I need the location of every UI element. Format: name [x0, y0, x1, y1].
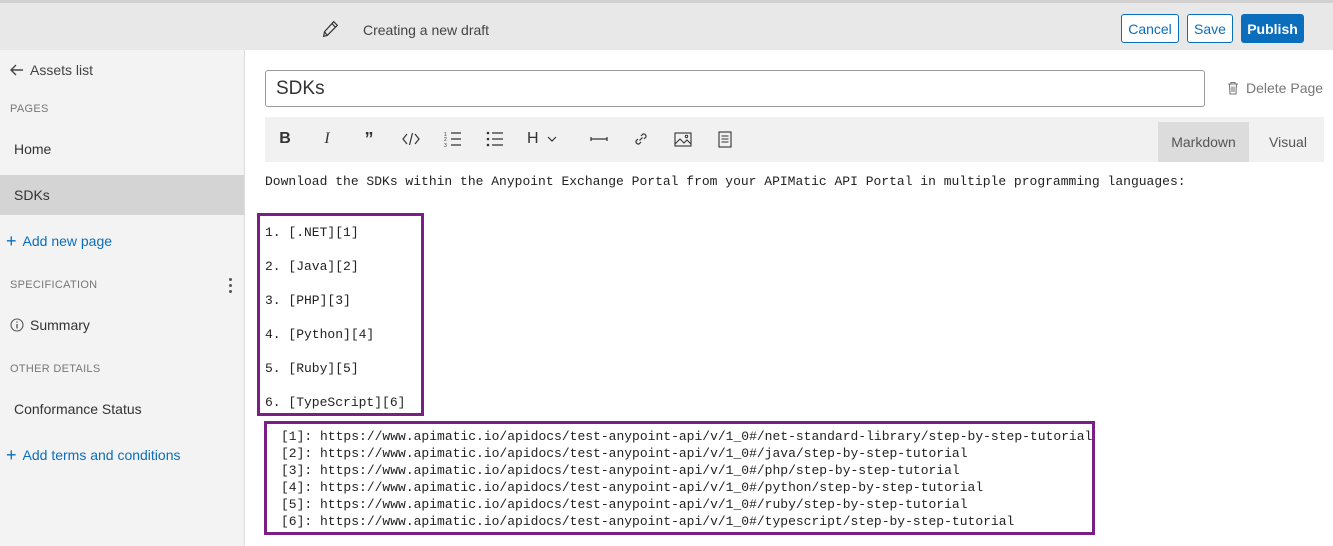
sidebar-item-conformance-status[interactable]: Conformance Status	[0, 389, 244, 429]
list-item[interactable]: 1. [.NET][1]	[265, 225, 359, 240]
code-icon[interactable]	[399, 127, 423, 151]
tab-markdown[interactable]: Markdown	[1158, 122, 1249, 162]
info-icon	[10, 318, 24, 332]
cancel-button[interactable]: Cancel	[1121, 14, 1179, 43]
add-terms-label: Add terms and conditions	[22, 447, 181, 463]
draft-title: Creating a new draft	[363, 22, 490, 38]
reference-line[interactable]: [2]: https://www.apimatic.io/apidocs/tes…	[281, 445, 968, 462]
sidebar-item-summary[interactable]: Summary	[10, 317, 90, 333]
reference-line[interactable]: [5]: https://www.apimatic.io/apidocs/tes…	[281, 496, 968, 513]
assets-list-link[interactable]: Assets list	[10, 62, 93, 78]
ordered-list-icon[interactable]: 123	[441, 127, 465, 151]
intro-text[interactable]: Download the SDKs within the Anypoint Ex…	[265, 174, 1186, 189]
pages-heading: PAGES	[10, 103, 49, 115]
more-options-icon[interactable]	[229, 278, 233, 294]
svg-text:3: 3	[444, 143, 447, 147]
reference-line[interactable]: [6]: https://www.apimatic.io/apidocs/tes…	[281, 513, 1014, 530]
chevron-down-icon	[547, 136, 556, 142]
other-details-heading: OTHER DETAILS	[10, 363, 101, 375]
specification-heading: SPECIFICATION	[10, 279, 98, 291]
bold-icon[interactable]: B	[273, 127, 297, 151]
editor-toolbar: B I ” 123 H Markdown Visual	[265, 117, 1324, 162]
sidebar: Assets list PAGES Home SDKs + Add new pa…	[0, 50, 245, 546]
heading-dropdown[interactable]: H	[527, 127, 565, 151]
save-button[interactable]: Save	[1187, 14, 1233, 43]
unordered-list-icon[interactable]	[483, 127, 507, 151]
page-title-input[interactable]	[265, 70, 1205, 107]
top-bar: Creating a new draft Cancel Save Publish	[0, 0, 1333, 50]
image-icon[interactable]	[671, 127, 695, 151]
add-terms-link[interactable]: + Add terms and conditions	[6, 445, 181, 465]
tab-visual[interactable]: Visual	[1255, 122, 1321, 162]
delete-page-button[interactable]: Delete Page	[1227, 80, 1323, 96]
pencil-icon	[322, 20, 339, 38]
assets-list-label: Assets list	[30, 62, 94, 78]
add-new-page-label: Add new page	[22, 233, 113, 249]
arrow-left-icon	[10, 64, 23, 76]
sidebar-item-sdks[interactable]: SDKs	[0, 175, 244, 215]
delete-page-label: Delete Page	[1246, 80, 1324, 96]
list-item[interactable]: 6. [TypeScript][6]	[265, 395, 405, 410]
plus-icon: +	[6, 445, 17, 465]
summary-label: Summary	[30, 317, 90, 333]
list-item[interactable]: 5. [Ruby][5]	[265, 361, 359, 376]
link-icon[interactable]	[629, 127, 653, 151]
publish-button[interactable]: Publish	[1241, 14, 1304, 43]
table-icon[interactable]	[713, 127, 737, 151]
heading-icon: H	[527, 130, 539, 147]
sidebar-item-home[interactable]: Home	[0, 129, 244, 169]
quote-icon[interactable]: ”	[357, 127, 381, 151]
list-item[interactable]: 3. [PHP][3]	[265, 293, 351, 308]
reference-line[interactable]: [3]: https://www.apimatic.io/apidocs/tes…	[281, 462, 960, 479]
list-highlight-box	[257, 213, 424, 416]
add-new-page-link[interactable]: + Add new page	[6, 231, 113, 251]
plus-icon: +	[6, 231, 17, 251]
reference-line[interactable]: [4]: https://www.apimatic.io/apidocs/tes…	[281, 479, 983, 496]
italic-icon[interactable]: I	[315, 127, 339, 151]
horizontal-rule-icon[interactable]	[587, 127, 611, 151]
trash-icon	[1228, 81, 1238, 95]
reference-line[interactable]: [1]: https://www.apimatic.io/apidocs/tes…	[281, 428, 1092, 445]
list-item[interactable]: 2. [Java][2]	[265, 259, 359, 274]
list-item[interactable]: 4. [Python][4]	[265, 327, 374, 342]
